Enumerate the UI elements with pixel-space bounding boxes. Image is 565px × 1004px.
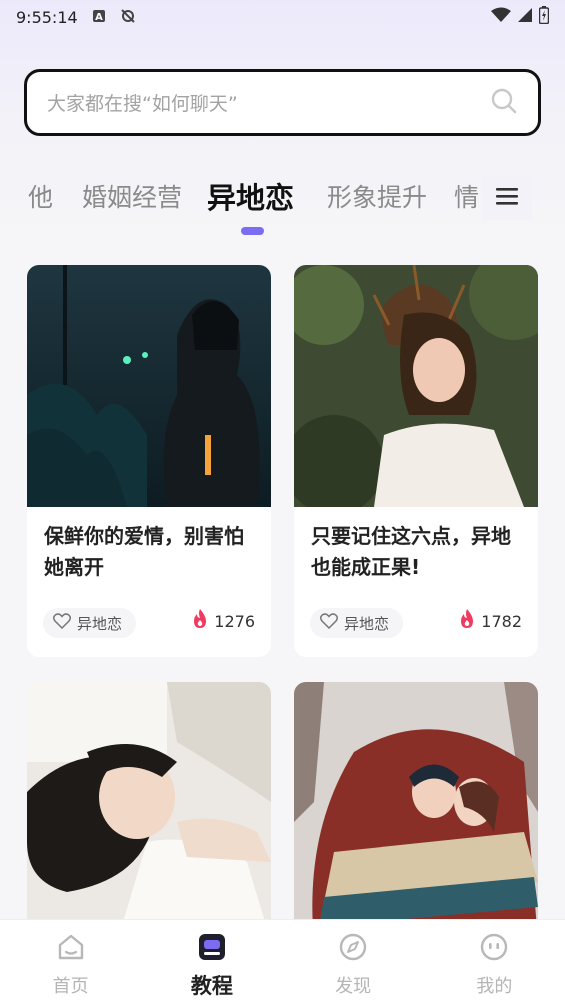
article-image — [27, 265, 271, 507]
article-image — [294, 265, 538, 515]
tabs-menu-button[interactable] — [482, 176, 532, 220]
heart-outline-icon — [319, 613, 339, 633]
wifi-icon — [491, 7, 511, 27]
article-tag[interactable]: 异地恋 — [43, 608, 137, 638]
view-count: 1782 — [481, 611, 522, 631]
status-time: 9:55:14 — [16, 7, 78, 27]
article-views: 1276 — [192, 609, 255, 633]
no-sync-icon — [120, 8, 136, 27]
article-title[interactable]: 只要记住这六点，异地也能成正果! — [311, 521, 521, 583]
search-input[interactable]: 大家都在搜“如何聊天” — [47, 89, 490, 116]
heart-outline-icon — [52, 613, 72, 633]
article-title[interactable]: 保鲜你的爱情，别害怕她离开 — [44, 521, 254, 583]
active-tab-indicator — [241, 227, 264, 235]
profile-icon — [479, 932, 509, 966]
home-icon — [56, 932, 86, 966]
nav-discover[interactable]: 发现 — [283, 920, 424, 1004]
nav-home[interactable]: 首页 — [0, 920, 141, 1004]
compass-icon — [338, 932, 368, 966]
signal-icon — [517, 7, 533, 27]
article-tag[interactable]: 异地恋 — [310, 608, 404, 638]
keyboard-a-icon: A — [92, 9, 106, 26]
svg-text:A: A — [95, 12, 103, 23]
nav-discover-label: 发现 — [335, 976, 372, 997]
nav-profile[interactable]: 我的 — [424, 920, 565, 1004]
nav-home-label: 首页 — [52, 976, 89, 997]
nav-tutorial[interactable]: 教程 — [141, 920, 282, 1004]
fire-icon — [459, 609, 475, 633]
nav-profile-label: 我的 — [476, 976, 513, 997]
tab-long-distance[interactable]: 异地恋 — [207, 176, 294, 220]
article-card[interactable] — [27, 682, 271, 942]
article-views: 1782 — [459, 609, 522, 633]
battery-icon — [538, 6, 550, 28]
article-image — [294, 682, 538, 942]
search-icon[interactable] — [490, 87, 518, 119]
tutorial-icon — [197, 932, 227, 966]
category-tabs: 他 婚姻经营 异地恋 形象提升 情 — [0, 176, 565, 220]
tab-ta[interactable]: 他 — [28, 176, 53, 220]
article-card[interactable] — [294, 682, 538, 942]
tab-marriage[interactable]: 婚姻经营 — [82, 176, 182, 220]
view-count: 1276 — [214, 611, 255, 631]
article-tag-label: 异地恋 — [77, 614, 123, 633]
tab-image-improvement[interactable]: 形象提升 — [327, 176, 427, 220]
search-box[interactable]: 大家都在搜“如何聊天” — [24, 69, 541, 136]
article-image — [27, 682, 271, 942]
status-bar: 9:55:14 A — [0, 0, 565, 34]
article-card[interactable]: 只要记住这六点，异地也能成正果! 异地恋 1782 — [294, 265, 538, 657]
article-card[interactable]: 保鲜你的爱情，别害怕她离开 异地恋 1276 — [27, 265, 271, 657]
bottom-nav: 首页 教程 发现 我的 — [0, 919, 565, 1004]
fire-icon — [192, 609, 208, 633]
tab-qing[interactable]: 情 — [454, 176, 479, 220]
menu-icon — [495, 186, 519, 210]
article-tag-label: 异地恋 — [344, 614, 390, 633]
nav-tutorial-label: 教程 — [190, 974, 233, 998]
